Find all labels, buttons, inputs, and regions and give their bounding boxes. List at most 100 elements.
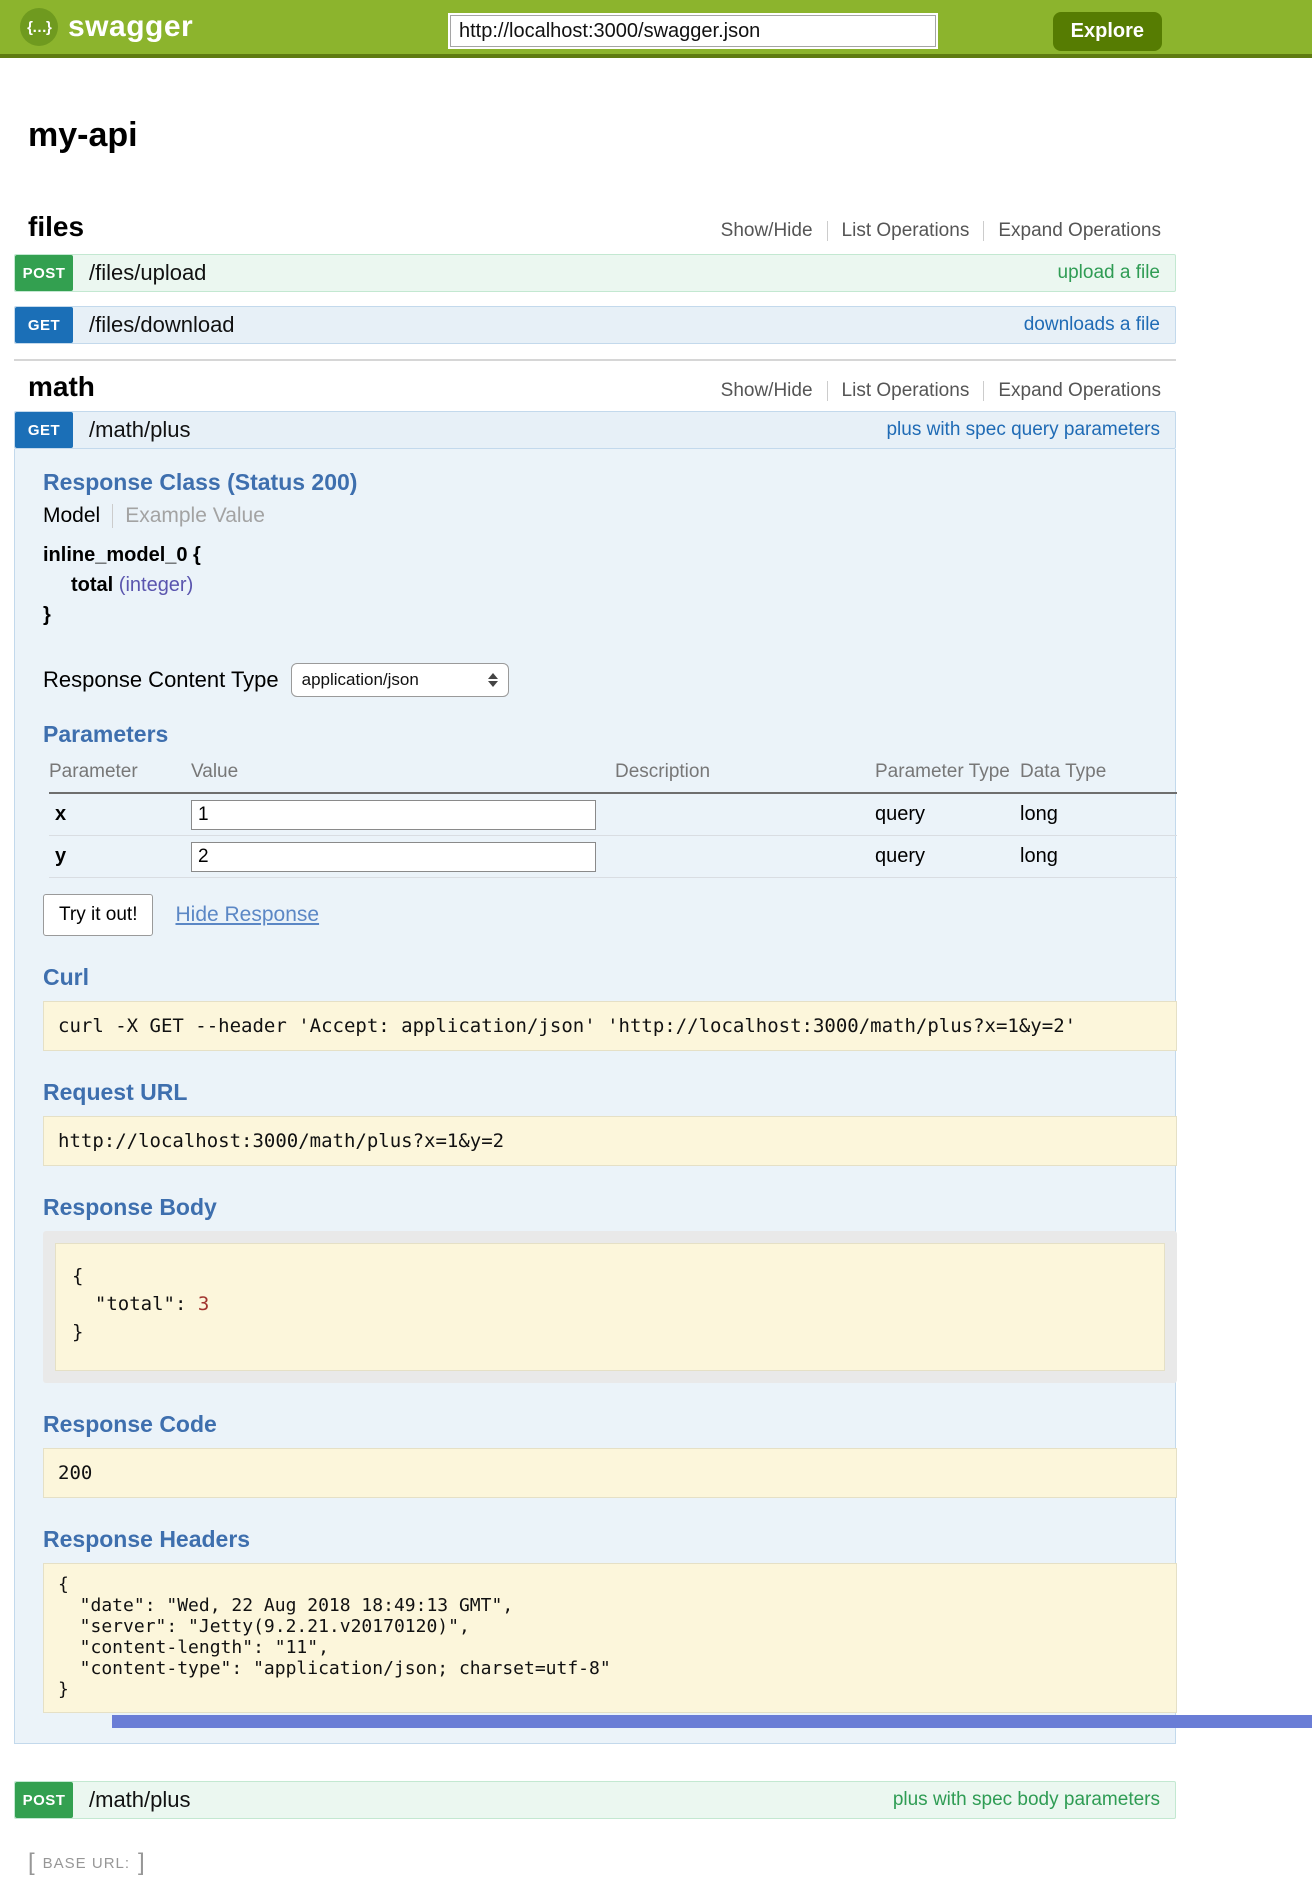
control-divider xyxy=(983,381,984,401)
json-number-value: 3 xyxy=(198,1293,209,1315)
response-code-heading: Response Code xyxy=(43,1411,1161,1438)
param-data-type: long xyxy=(1020,803,1177,826)
files-expand-operations-link[interactable]: Expand Operations xyxy=(998,220,1161,242)
try-it-out-button[interactable]: Try it out! xyxy=(43,894,153,936)
files-list-operations-link[interactable]: List Operations xyxy=(842,220,970,242)
curl-heading: Curl xyxy=(43,964,1161,991)
endpoint-row-get-math-plus[interactable]: GET /math/plus plus with spec query para… xyxy=(14,411,1176,449)
math-section-header: math Show/Hide List Operations Expand Op… xyxy=(14,371,1176,405)
operation-expanded-panel: Response Class (Status 200) Model Exampl… xyxy=(14,449,1176,1744)
response-content-type-select[interactable]: application/json xyxy=(291,663,509,697)
api-title: my-api xyxy=(28,116,1176,155)
bottom-blue-bar xyxy=(112,1715,1312,1728)
control-divider xyxy=(827,221,828,241)
endpoint-summary-link[interactable]: plus with spec body parameters xyxy=(893,1789,1160,1811)
control-divider xyxy=(983,221,984,241)
logo-braces-glyph: {…} xyxy=(27,19,51,36)
model-property-name: total xyxy=(71,574,113,596)
param-x-value-input[interactable] xyxy=(191,800,596,830)
swagger-logo-icon: {…} xyxy=(20,8,58,46)
spec-url-field-wrap xyxy=(448,13,938,49)
math-section-controls: Show/Hide List Operations Expand Operati… xyxy=(721,380,1161,402)
hide-response-link[interactable]: Hide Response xyxy=(175,903,319,927)
curl-command-box: curl -X GET --header 'Accept: applicatio… xyxy=(43,1001,1177,1051)
response-class-heading: Response Class (Status 200) xyxy=(43,469,1161,496)
logo-text: swagger xyxy=(68,10,193,44)
explore-button[interactable]: Explore xyxy=(1053,12,1162,51)
tab-model[interactable]: Model xyxy=(43,504,100,528)
json-key: "total": xyxy=(95,1293,187,1315)
files-section-controls: Show/Hide List Operations Expand Operati… xyxy=(721,220,1161,242)
param-name: y xyxy=(49,845,191,868)
section-divider xyxy=(14,359,1176,361)
method-badge-post: POST xyxy=(15,1782,73,1818)
response-content-type-label: Response Content Type xyxy=(43,667,279,693)
col-value: Value xyxy=(191,761,615,789)
method-badge-post: POST xyxy=(15,255,73,291)
footer-bracket-close: ] xyxy=(138,1849,145,1877)
tab-divider xyxy=(112,504,113,528)
endpoint-row-post-files-upload[interactable]: POST /files/upload upload a file xyxy=(14,254,1176,292)
app-header: {…} swagger Explore xyxy=(0,0,1312,58)
files-section-header: files Show/Hide List Operations Expand O… xyxy=(14,211,1176,245)
endpoint-path-link[interactable]: /math/plus xyxy=(89,1787,191,1813)
json-close-brace: } xyxy=(72,1321,83,1343)
endpoint-row-get-files-download[interactable]: GET /files/download downloads a file xyxy=(14,306,1176,344)
model-property-type: (integer) xyxy=(119,574,193,596)
response-headers-heading: Response Headers xyxy=(43,1526,1161,1553)
response-headers-box: { "date": "Wed, 22 Aug 2018 18:49:13 GMT… xyxy=(43,1563,1177,1713)
endpoint-row-post-math-plus[interactable]: POST /math/plus plus with spec body para… xyxy=(14,1781,1176,1819)
param-data-type: long xyxy=(1020,845,1177,868)
control-divider xyxy=(827,381,828,401)
col-data-type: Data Type xyxy=(1020,761,1177,789)
param-type: query xyxy=(875,845,1020,868)
response-body-box: { "total": 3 } xyxy=(55,1243,1165,1371)
request-url-heading: Request URL xyxy=(43,1079,1161,1106)
swagger-logo[interactable]: {…} swagger xyxy=(20,8,193,46)
response-body-heading: Response Body xyxy=(43,1194,1161,1221)
parameters-table: Parameter Value Description Parameter Ty… xyxy=(49,758,1177,878)
col-description: Description xyxy=(615,761,875,789)
base-url-footer: [ BASE URL: ] xyxy=(28,1849,1176,1877)
response-class-tabs: Model Example Value xyxy=(43,504,1161,528)
endpoint-path-link[interactable]: /files/upload xyxy=(89,260,206,286)
response-content-type-row: Response Content Type application/json xyxy=(43,663,1161,697)
endpoint-path-link[interactable]: /math/plus xyxy=(89,417,191,443)
param-row-x: x query long xyxy=(49,794,1177,836)
try-it-row: Try it out! Hide Response xyxy=(43,894,1161,936)
math-expand-operations-link[interactable]: Expand Operations xyxy=(998,380,1161,402)
param-row-y: y query long xyxy=(49,836,1177,878)
section-title-math[interactable]: math xyxy=(28,371,95,403)
param-name: x xyxy=(49,803,191,826)
request-url-box: http://localhost:3000/math/plus?x=1&y=2 xyxy=(43,1116,1177,1166)
base-url-label: BASE URL: xyxy=(43,1855,130,1872)
footer-bracket-open: [ xyxy=(28,1849,35,1877)
col-parameter-type: Parameter Type xyxy=(875,761,1020,789)
selected-content-type: application/json xyxy=(302,670,419,690)
model-property: total (integer) xyxy=(71,574,1161,597)
response-body-container: { "total": 3 } xyxy=(43,1231,1177,1383)
endpoint-summary-link[interactable]: plus with spec query parameters xyxy=(886,419,1160,441)
math-show-hide-link[interactable]: Show/Hide xyxy=(721,380,813,402)
select-arrows-icon xyxy=(488,673,498,687)
model-signature: inline_model_0 { total (integer) } xyxy=(43,544,1161,627)
param-y-value-input[interactable] xyxy=(191,842,596,872)
parameters-table-header: Parameter Value Description Parameter Ty… xyxy=(49,758,1177,792)
spec-url-input[interactable] xyxy=(450,15,936,47)
endpoint-path-link[interactable]: /files/download xyxy=(89,312,235,338)
model-close-line: } xyxy=(43,604,1161,627)
math-list-operations-link[interactable]: List Operations xyxy=(842,380,970,402)
param-type: query xyxy=(875,803,1020,826)
json-open-brace: { xyxy=(72,1265,83,1287)
section-title-files[interactable]: files xyxy=(28,211,84,243)
method-badge-get: GET xyxy=(15,412,73,448)
main-content: my-api files Show/Hide List Operations E… xyxy=(14,116,1176,1877)
endpoint-summary-link[interactable]: downloads a file xyxy=(1024,314,1160,336)
model-open-line: inline_model_0 { xyxy=(43,544,1161,567)
response-code-box: 200 xyxy=(43,1448,1177,1498)
endpoint-summary-link[interactable]: upload a file xyxy=(1058,262,1160,284)
col-parameter: Parameter xyxy=(49,761,191,789)
tab-example-value[interactable]: Example Value xyxy=(125,504,265,528)
method-badge-get: GET xyxy=(15,307,73,343)
files-show-hide-link[interactable]: Show/Hide xyxy=(721,220,813,242)
